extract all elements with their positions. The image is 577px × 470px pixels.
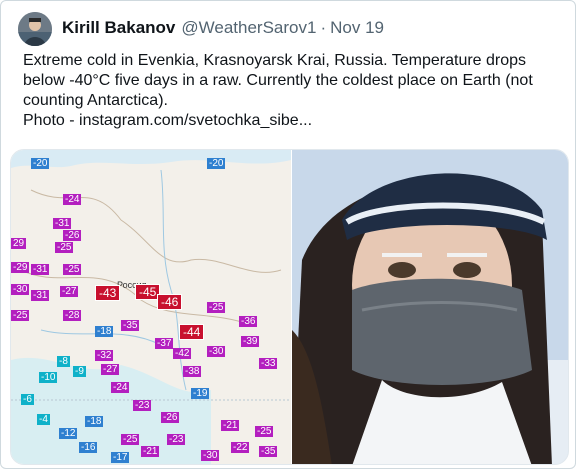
map-temperature-label: -21 bbox=[221, 420, 240, 431]
tweet-text: Extreme cold in Evenkia, Krasnoyarsk Kra… bbox=[23, 51, 558, 131]
map-temperature-label: -23 bbox=[167, 434, 186, 445]
map-temperature-label: -27 bbox=[60, 286, 79, 297]
map-temperature-label: -30 bbox=[201, 450, 220, 461]
map-temperature-label: -22 bbox=[231, 442, 250, 453]
map-temperature-label: -10 bbox=[39, 372, 58, 383]
map-temperature-label: -26 bbox=[63, 230, 82, 241]
map-temperature-label: -38 bbox=[183, 366, 202, 377]
map-temperature-label: -4 bbox=[37, 414, 50, 425]
tweet-date[interactable]: Nov 19 bbox=[330, 18, 384, 38]
map-temperature-label: -33 bbox=[259, 358, 278, 369]
woman-in-frost-photo[interactable] bbox=[292, 150, 568, 464]
tweet-line: counting Antarctica). bbox=[23, 92, 168, 109]
map-highlight-label: -46 bbox=[157, 294, 183, 310]
map-temperature-label: -39 bbox=[241, 336, 260, 347]
temperature-map-image[interactable]: -20 -24 -31 -26 29 -25 -29 -31 -25 -30 -… bbox=[11, 150, 291, 464]
map-temperature-label: -17 bbox=[111, 452, 130, 463]
map-temperature-label: -31 bbox=[31, 290, 50, 301]
map-temperature-label: -18 bbox=[85, 416, 104, 427]
map-temperature-label: -18 bbox=[95, 326, 114, 337]
map-temperature-label: -26 bbox=[161, 412, 180, 423]
map-temperature-label: -21 bbox=[141, 446, 160, 457]
author-name[interactable]: Kirill Bakanov bbox=[62, 18, 175, 38]
tweet-line: below -40°C five days in a raw. Currentl… bbox=[23, 72, 533, 89]
map-temperature-label: 29 bbox=[11, 238, 27, 249]
map-temperature-label: -27 bbox=[101, 364, 120, 375]
map-temperature-label: -20 bbox=[31, 158, 50, 169]
map-temperature-label: -6 bbox=[21, 394, 34, 405]
author-avatar[interactable] bbox=[18, 12, 52, 46]
tweet-header: Kirill Bakanov @WeatherSarov1 · Nov 19 bbox=[62, 17, 384, 39]
map-temperature-label: -30 bbox=[207, 346, 226, 357]
map-temperature-label: -28 bbox=[63, 310, 82, 321]
map-highlight-label: -43 bbox=[95, 285, 121, 301]
map-temperature-label: -32 bbox=[95, 350, 114, 361]
map-temperature-label: -31 bbox=[53, 218, 72, 229]
separator-dot: · bbox=[320, 18, 327, 37]
map-temperature-label: -35 bbox=[259, 446, 278, 457]
map-temperature-label: -25 bbox=[121, 434, 140, 445]
map-temperature-label: -29 bbox=[11, 262, 30, 273]
map-temperature-label: -31 bbox=[31, 264, 50, 275]
map-temperature-label: -8 bbox=[57, 356, 70, 367]
map-temperature-label: -25 bbox=[207, 302, 226, 313]
author-handle[interactable]: @WeatherSarov1 bbox=[181, 18, 316, 38]
map-temperature-label: -12 bbox=[59, 428, 78, 439]
map-temperature-label: -24 bbox=[111, 382, 130, 393]
map-temperature-label: -42 bbox=[173, 348, 192, 359]
map-temperature-label: -19 bbox=[191, 388, 210, 399]
map-temperature-label: -9 bbox=[73, 366, 86, 377]
map-highlight-label: -44 bbox=[179, 324, 205, 340]
tweet-media[interactable]: -20 -24 -31 -26 29 -25 -29 -31 -25 -30 -… bbox=[10, 149, 569, 465]
map-temperature-label: -24 bbox=[63, 194, 82, 205]
map-temperature-label: -25 bbox=[255, 426, 274, 437]
map-temperature-label: -16 bbox=[79, 442, 98, 453]
map-temperature-label: -37 bbox=[155, 338, 174, 349]
tweet-card[interactable]: Kirill Bakanov @WeatherSarov1 · Nov 19 E… bbox=[0, 0, 576, 469]
map-temperature-label: -36 bbox=[239, 316, 258, 327]
map-temperature-label: -25 bbox=[63, 264, 82, 275]
map-temperature-label: -25 bbox=[55, 242, 74, 253]
map-temperature-label: -25 bbox=[11, 310, 30, 321]
tweet-link-line[interactable]: Photo - instagram.com/svetochka_sibe... bbox=[23, 111, 558, 131]
map-temperature-label: -30 bbox=[11, 284, 30, 295]
map-temperature-label: -23 bbox=[133, 400, 152, 411]
tweet-line: Extreme cold in Evenkia, Krasnoyarsk Kra… bbox=[23, 52, 527, 69]
map-temperature-label: -20 bbox=[207, 158, 226, 169]
map-temperature-label: -35 bbox=[121, 320, 140, 331]
